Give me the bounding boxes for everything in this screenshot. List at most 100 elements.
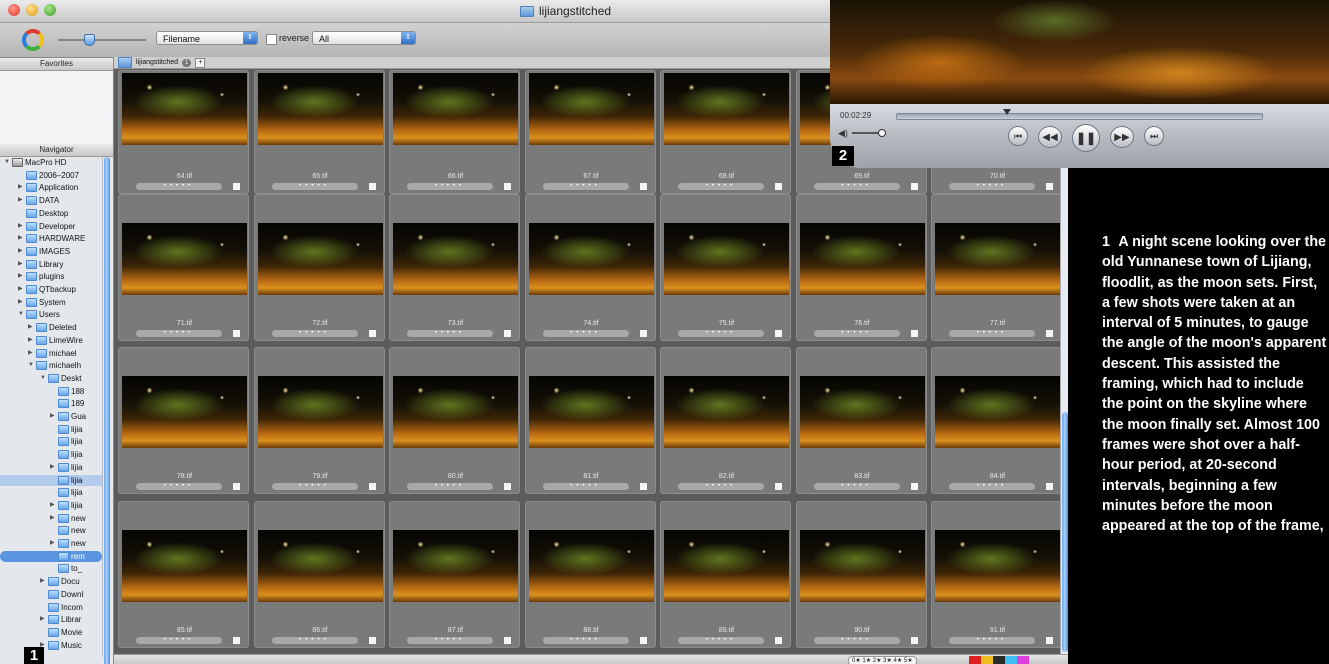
star-rating[interactable]: •••••	[407, 637, 493, 644]
tree-item[interactable]: lijia	[50, 449, 83, 460]
skip-to-end-button[interactable]: ⏭	[1144, 126, 1164, 146]
select-checkbox[interactable]	[368, 637, 376, 644]
thumbnail-image[interactable]	[257, 73, 383, 145]
select-checkbox[interactable]	[639, 483, 647, 490]
thumbnail-cell[interactable]: 65.tif •••••	[253, 70, 385, 194]
thumbnail-image[interactable]	[664, 73, 789, 145]
star-rating[interactable]: •••••	[271, 330, 358, 337]
select-checkbox[interactable]	[910, 637, 918, 644]
tree-item[interactable]: ▶ HARDWARE	[18, 233, 85, 244]
tree-item[interactable]: 2006–2007	[18, 170, 79, 181]
tree-item[interactable]: lijia	[50, 424, 83, 435]
reverse-checkbox[interactable]	[266, 34, 277, 45]
star-rating[interactable]: •••••	[542, 637, 629, 644]
color-label-filter[interactable]	[969, 656, 1029, 664]
star-rating-filter[interactable]: 0★ 1★ 2★ 3★ 4★ 5★	[848, 656, 917, 664]
star-rating[interactable]: •••••	[949, 483, 1035, 490]
select-checkbox[interactable]	[910, 330, 918, 337]
select-checkbox[interactable]	[504, 637, 511, 644]
star-rating[interactable]: •••••	[813, 483, 900, 490]
tree-item[interactable]: ▶ Library	[18, 259, 63, 270]
star-rating[interactable]: •••••	[949, 330, 1035, 337]
select-checkbox[interactable]	[504, 183, 511, 190]
select-checkbox[interactable]	[910, 183, 918, 190]
star-rating[interactable]: •••••	[542, 483, 629, 490]
black-label-swatch[interactable]	[993, 656, 1005, 664]
disclosure-closed-icon[interactable]: ▶	[50, 462, 56, 473]
tree-item[interactable]: ▼ Deskt	[40, 373, 81, 384]
thumbnail-image[interactable]	[528, 376, 654, 448]
disclosure-open-icon[interactable]: ▼	[28, 360, 34, 371]
tree-item[interactable]: Incom	[40, 602, 83, 613]
disclosure-closed-icon[interactable]: ▶	[18, 297, 24, 308]
tree-item[interactable]: Downl	[40, 589, 83, 600]
star-rating[interactable]: •••••	[407, 183, 493, 190]
tree-item[interactable]: ▶ plugins	[18, 271, 64, 282]
tree-item[interactable]: 189	[50, 398, 84, 409]
select-checkbox[interactable]	[368, 330, 376, 337]
thumbnail-cell[interactable]: 71.tif •••••	[118, 194, 249, 341]
tree-scrollbar[interactable]	[102, 157, 111, 664]
star-rating[interactable]: •••••	[271, 637, 358, 644]
select-checkbox[interactable]	[639, 330, 647, 337]
disclosure-open-icon[interactable]: ▼	[4, 157, 10, 168]
fast-forward-button[interactable]: ▶▶	[1110, 126, 1134, 148]
add-tab-button[interactable]: +	[195, 57, 206, 68]
tree-item[interactable]: ▶ new	[50, 513, 86, 524]
slider-knob[interactable]	[84, 34, 95, 46]
blue-label-swatch[interactable]	[1005, 656, 1017, 664]
tree-item[interactable]: ▶ Music	[40, 640, 82, 651]
disclosure-closed-icon[interactable]: ▶	[18, 221, 24, 232]
zoom-button[interactable]	[44, 4, 56, 16]
thumbnail-cell[interactable]: 78.tif •••••	[118, 347, 249, 494]
thumbnail-cell[interactable]: 75.tif •••••	[660, 194, 791, 341]
thumbnail-image[interactable]	[799, 530, 925, 602]
tree-item[interactable]: lijia	[50, 487, 83, 498]
select-checkbox[interactable]	[910, 483, 918, 490]
thumbnail-image[interactable]	[257, 376, 383, 448]
favorites-list[interactable]	[0, 71, 112, 147]
thumbnail-cell[interactable]: 64.tif •••••	[118, 70, 249, 194]
pause-button[interactable]: ❚❚	[1072, 124, 1100, 152]
thumbnail-image[interactable]	[935, 376, 1060, 448]
star-rating[interactable]: •••••	[949, 637, 1035, 644]
rewind-button[interactable]: ◀◀	[1038, 126, 1062, 148]
thumbnail-cell[interactable]: 86.tif •••••	[253, 501, 385, 648]
tree-item[interactable]: ▶ new	[50, 538, 86, 549]
star-rating[interactable]: •••••	[136, 637, 222, 644]
disclosure-closed-icon[interactable]: ▶	[50, 411, 56, 422]
thumbnail-cell[interactable]: 85.tif •••••	[118, 501, 249, 648]
disclosure-closed-icon[interactable]: ▶	[18, 284, 24, 295]
select-checkbox[interactable]	[1046, 483, 1053, 490]
thumbnail-image[interactable]	[122, 530, 247, 602]
tree-item[interactable]: ▶ Gua	[50, 411, 86, 422]
thumbnail-size-slider[interactable]	[58, 34, 146, 47]
thumbnail-image[interactable]	[528, 530, 654, 602]
tree-item[interactable]: ▶ michael	[28, 348, 77, 359]
tree-item[interactable]: ▶ LimeWire	[28, 335, 83, 346]
star-rating[interactable]: •••••	[678, 183, 764, 190]
star-rating[interactable]: •••••	[271, 483, 358, 490]
star-rating[interactable]: •••••	[678, 330, 764, 337]
filter-select[interactable]: All ⇕	[312, 31, 416, 45]
disclosure-closed-icon[interactable]: ▶	[18, 271, 24, 282]
select-checkbox[interactable]	[775, 330, 782, 337]
select-checkbox[interactable]	[233, 483, 240, 490]
select-checkbox[interactable]	[1046, 330, 1053, 337]
thumbnail-image[interactable]	[664, 223, 789, 295]
select-checkbox[interactable]	[639, 637, 647, 644]
tree-item[interactable]: ▶ IMAGES	[18, 246, 70, 257]
thumbnail-image[interactable]	[122, 73, 247, 145]
thumbnail-cell[interactable]: 84.tif •••••	[931, 347, 1062, 494]
disclosure-open-icon[interactable]: ▼	[40, 373, 46, 384]
select-checkbox[interactable]	[233, 183, 240, 190]
thumbnail-cell[interactable]: 66.tif •••••	[389, 70, 520, 194]
tree-item[interactable]: ▶ Developer	[18, 221, 75, 232]
tree-item[interactable]: ▶ lijia	[50, 500, 83, 511]
star-rating[interactable]: •••••	[136, 330, 222, 337]
disclosure-closed-icon[interactable]: ▶	[28, 322, 34, 333]
tree-item[interactable]: rem	[0, 550, 102, 562]
select-checkbox[interactable]	[504, 483, 511, 490]
disclosure-closed-icon[interactable]: ▶	[50, 538, 56, 549]
tree-scroll-thumb[interactable]	[104, 157, 110, 664]
